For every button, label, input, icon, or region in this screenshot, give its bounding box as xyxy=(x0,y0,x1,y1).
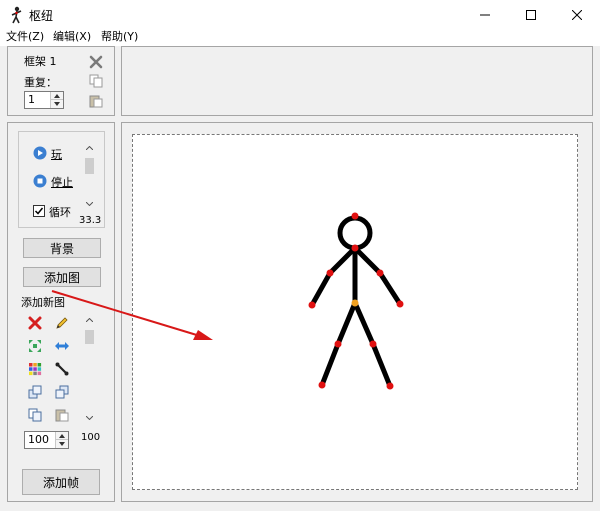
joint-left-foot[interactable] xyxy=(318,381,326,389)
close-icon xyxy=(572,10,582,20)
send-back-button[interactable] xyxy=(54,384,70,400)
frame-strip-panel xyxy=(121,46,593,116)
checkbox-checked-icon xyxy=(33,205,45,217)
joint-right-foot[interactable] xyxy=(386,382,394,390)
title-bar: 枢纽 xyxy=(0,0,600,30)
joint-right-elbow[interactable] xyxy=(376,269,384,277)
joint-right-knee[interactable] xyxy=(369,340,377,348)
joint-hip-origin[interactable] xyxy=(351,299,359,307)
color-figure-button[interactable] xyxy=(27,361,43,377)
repeat-label: 重复： xyxy=(24,76,57,89)
flip-figure-button[interactable] xyxy=(54,338,70,354)
stickman-figure[interactable] xyxy=(133,135,577,489)
delete-figure-button[interactable] xyxy=(27,315,43,331)
minimize-button[interactable] xyxy=(462,0,508,30)
repeat-value: 1 xyxy=(28,93,35,106)
joint-left-elbow[interactable] xyxy=(326,269,334,277)
joint-neck[interactable] xyxy=(351,244,359,252)
stepper-down-button[interactable] xyxy=(56,440,68,448)
scroll-down-button[interactable] xyxy=(81,197,98,211)
loop-checkbox[interactable]: 循环 xyxy=(33,204,83,220)
stepper-down-button[interactable] xyxy=(51,100,63,108)
scale-figure-button[interactable] xyxy=(27,338,43,354)
speed-scrollbar[interactable] xyxy=(81,141,98,211)
send-back-icon xyxy=(55,385,69,399)
play-label: 玩 xyxy=(51,148,62,161)
joint-head[interactable] xyxy=(351,212,359,220)
arrow-up-icon xyxy=(54,93,60,98)
delete-x-icon xyxy=(89,55,103,69)
tools-panel: 玩 停止 循环 33.3 背景 添加图 添加新图 100 100 xyxy=(7,122,115,502)
scroll-value: 100 xyxy=(81,432,101,443)
scroll-thumb[interactable] xyxy=(85,158,94,174)
bring-front-button[interactable] xyxy=(27,384,43,400)
maximize-icon xyxy=(526,10,536,20)
delete-icon xyxy=(28,316,42,330)
stepper-up-button[interactable] xyxy=(56,432,68,440)
scroll-thumb[interactable] xyxy=(85,330,94,344)
paste-frame-button[interactable] xyxy=(88,93,104,109)
frame-label: 框架 1 xyxy=(24,55,57,68)
delete-frame-button[interactable] xyxy=(88,54,104,70)
stop-icon xyxy=(33,174,47,188)
scroll-up-button[interactable] xyxy=(81,313,98,327)
play-icon xyxy=(33,146,47,160)
chevron-down-icon xyxy=(86,416,93,420)
stickman-icon xyxy=(11,6,22,24)
size-value: 100 xyxy=(28,433,49,446)
chevron-up-icon xyxy=(86,146,93,150)
window-title: 枢纽 xyxy=(29,9,54,23)
joint-left-hand[interactable] xyxy=(308,301,316,309)
minimize-icon xyxy=(480,14,490,16)
joint-right-hand[interactable] xyxy=(396,300,404,308)
scroll-down-button[interactable] xyxy=(81,411,98,425)
joint-tool-icon xyxy=(55,362,69,376)
joint-tool-button[interactable] xyxy=(54,361,70,377)
figure-scrollbar[interactable] xyxy=(81,313,98,425)
copy-figure-button[interactable] xyxy=(27,407,43,423)
menu-help[interactable]: 帮助(Y) xyxy=(101,30,138,44)
canvas-container xyxy=(121,122,593,502)
scroll-up-button[interactable] xyxy=(81,141,98,155)
play-button[interactable]: 玩 xyxy=(33,146,83,162)
paste-figure-button[interactable] xyxy=(54,407,70,423)
close-button[interactable] xyxy=(554,0,600,30)
copy-frame-button[interactable] xyxy=(88,73,104,89)
flip-icon xyxy=(55,342,69,350)
menu-bar: 文件(Z) 编辑(X) 帮助(Y) xyxy=(0,30,600,46)
arrow-down-icon xyxy=(54,102,60,106)
color-palette-icon xyxy=(29,363,42,376)
stop-label: 停止 xyxy=(51,176,73,189)
joint-left-knee[interactable] xyxy=(334,340,342,348)
copy-icon xyxy=(89,74,103,88)
stop-button[interactable]: 停止 xyxy=(33,174,83,190)
chevron-down-icon xyxy=(86,202,93,206)
bring-front-icon xyxy=(28,385,42,399)
paste-icon xyxy=(89,95,103,108)
add-frame-button[interactable]: 添加帧 xyxy=(22,469,100,495)
arrow-down-icon xyxy=(59,442,65,446)
drawing-canvas[interactable] xyxy=(132,134,578,490)
loop-label: 循环 xyxy=(49,206,71,219)
size-stepper[interactable]: 100 xyxy=(24,431,69,449)
paste-figure-icon xyxy=(55,409,69,422)
scale-icon xyxy=(29,340,41,352)
arrow-up-icon xyxy=(59,433,65,438)
copy-figure-icon xyxy=(28,408,42,422)
maximize-button[interactable] xyxy=(508,0,554,30)
background-button[interactable]: 背景 xyxy=(23,238,101,258)
add-image-button[interactable]: 添加图 xyxy=(23,267,101,287)
menu-file[interactable]: 文件(Z) xyxy=(6,30,44,44)
pencil-icon xyxy=(56,317,68,329)
repeat-stepper[interactable]: 1 xyxy=(24,91,64,109)
add-figure-label: 添加新图 xyxy=(21,296,65,309)
edit-figure-button[interactable] xyxy=(54,315,70,331)
frame-panel: 框架 1 重复： 1 xyxy=(7,46,115,116)
menu-edit[interactable]: 编辑(X) xyxy=(53,30,91,44)
chevron-up-icon xyxy=(86,318,93,322)
speed-value: 33.3 xyxy=(79,215,102,226)
stepper-up-button[interactable] xyxy=(51,92,63,100)
